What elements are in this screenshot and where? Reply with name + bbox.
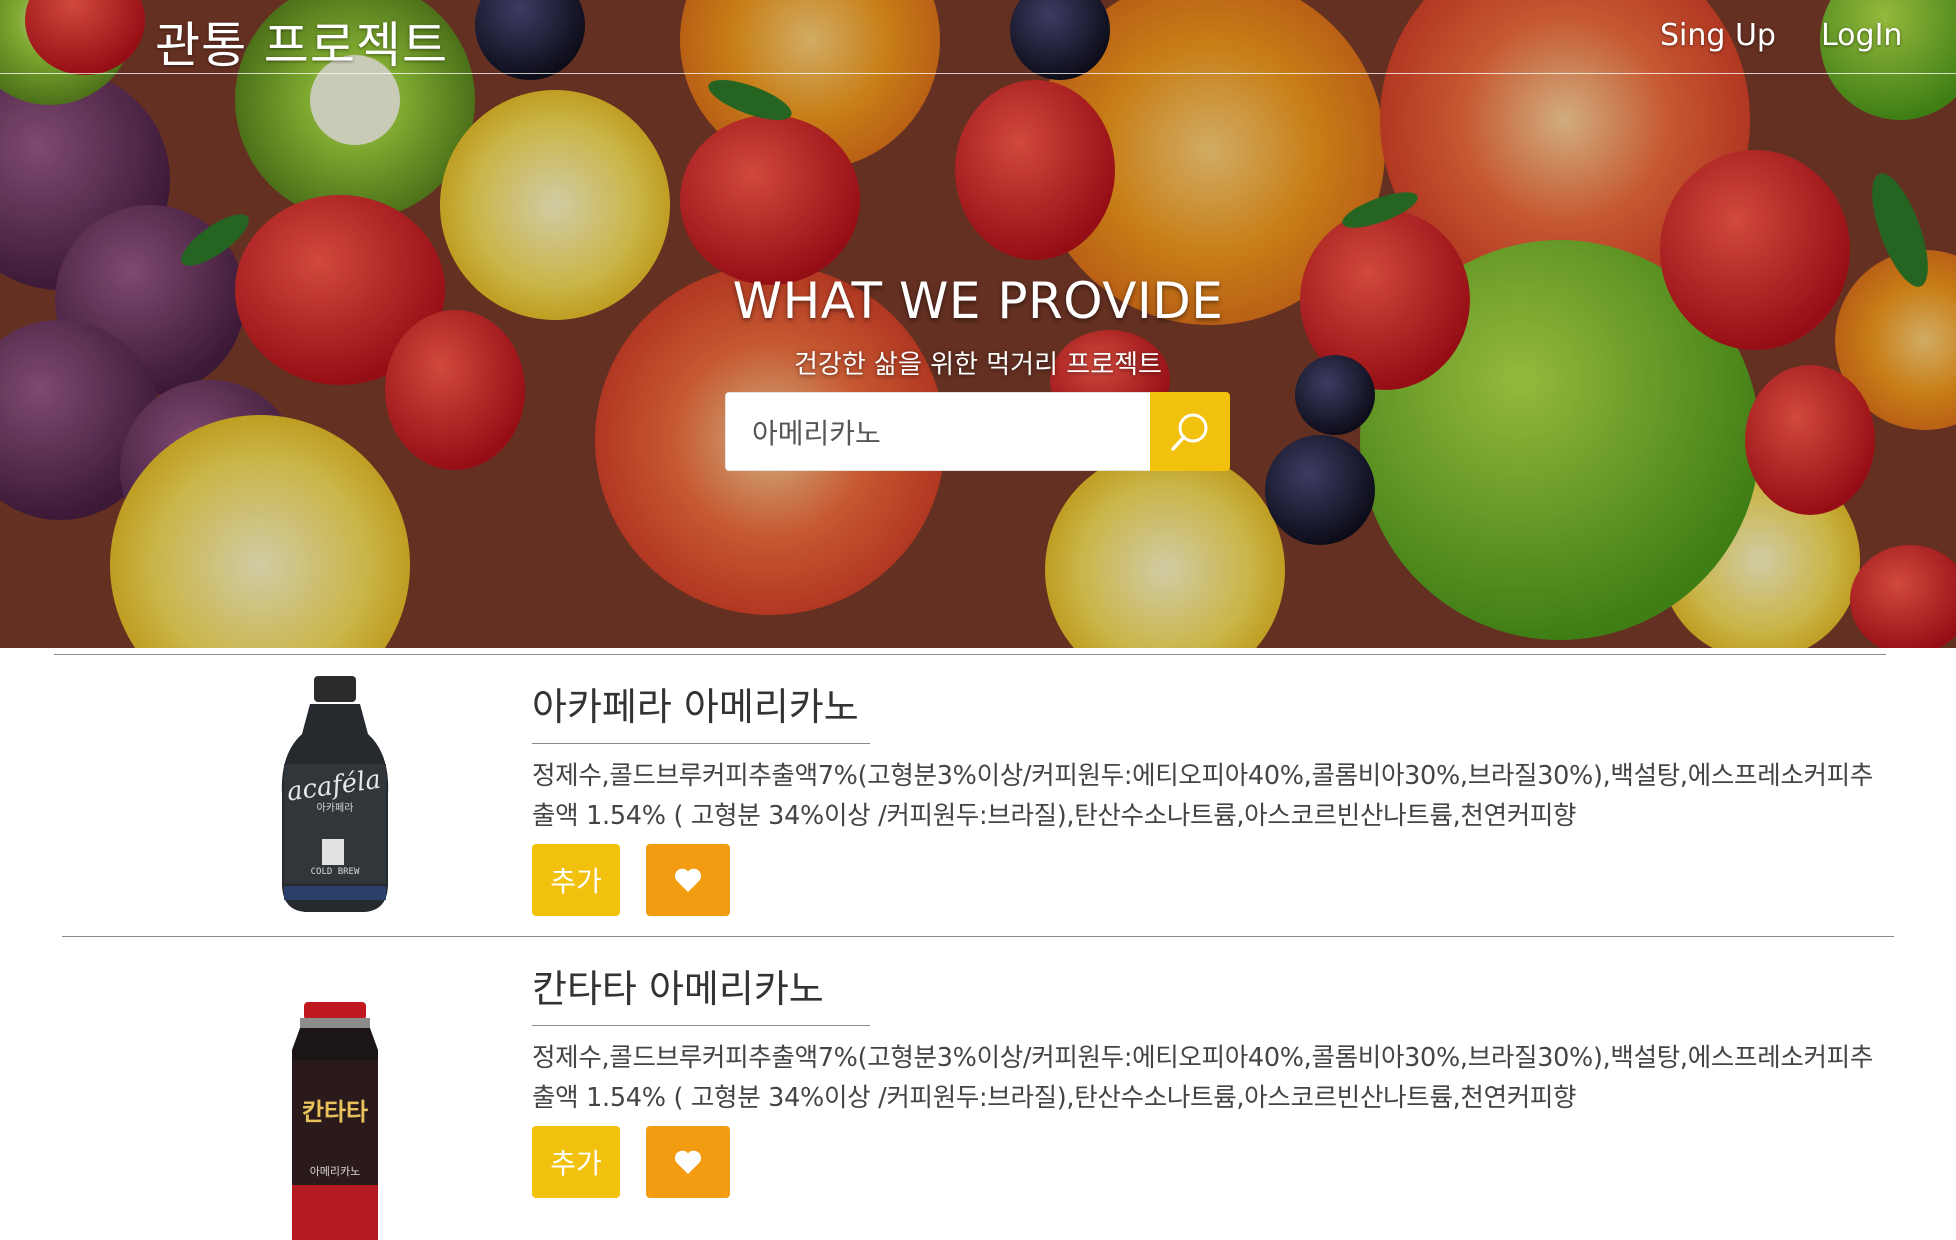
add-button[interactable]: 추가 [532,844,620,916]
hero-banner: 관통 프로젝트 Sing Up LogIn WHAT WE PROVIDE 건강… [0,0,1956,648]
heart-icon [674,868,702,892]
search-button[interactable] [1150,392,1230,471]
hero-subtitle: 건강한 삶을 위한 먹거리 프로젝트 [794,350,1162,380]
bottle-brand-sub: 아메리카노 [310,1165,361,1178]
signup-link[interactable]: Sing Up [1660,18,1776,53]
brand-logo[interactable]: 관통 프로젝트 [155,6,448,77]
search-bar [725,392,1230,471]
product-item: 칸타타 아메리카노 칸타타 아메리카노 정제수,콜드브루커피추출액7%(고형분3… [0,936,1956,1240]
bottle-brand-text: 칸타타 [302,1097,368,1126]
like-button[interactable] [646,844,730,916]
product-description: 정제수,콜드브루커피추출액7%(고형분3%이상/커피원두:에티오피아40%,콜롬… [532,1043,1873,1113]
product-list: acaféla 아카페라 COLD BREW 아카페라 아메리카노 정제수,콜드… [0,648,1956,1240]
like-button[interactable] [646,1126,730,1198]
product-name[interactable]: 칸타타 아메리카노 [532,958,870,1026]
add-button[interactable]: 추가 [532,1126,620,1198]
product-name[interactable]: 아카페라 아메리카노 [532,676,870,744]
product-description: 정제수,콜드브루커피추출액7%(고형분3%이상/커피원두:에티오피아40%,콜롬… [532,761,1873,831]
search-icon [1171,413,1208,451]
product-image: acaféla 아카페라 COLD BREW [281,676,389,912]
bottle-brand-sub: 아카페라 [317,802,354,814]
heart-icon [674,1150,702,1174]
login-link[interactable]: LogIn [1821,18,1902,53]
product-image: 칸타타 아메리카노 [292,1002,378,1240]
product-item: acaféla 아카페라 COLD BREW 아카페라 아메리카노 정제수,콜드… [0,654,1956,936]
bottle-caption: COLD BREW [311,867,360,877]
search-input[interactable] [725,392,1150,471]
top-navbar: 관통 프로젝트 Sing Up LogIn [0,0,1956,74]
hero-title: WHAT WE PROVIDE [732,272,1224,330]
